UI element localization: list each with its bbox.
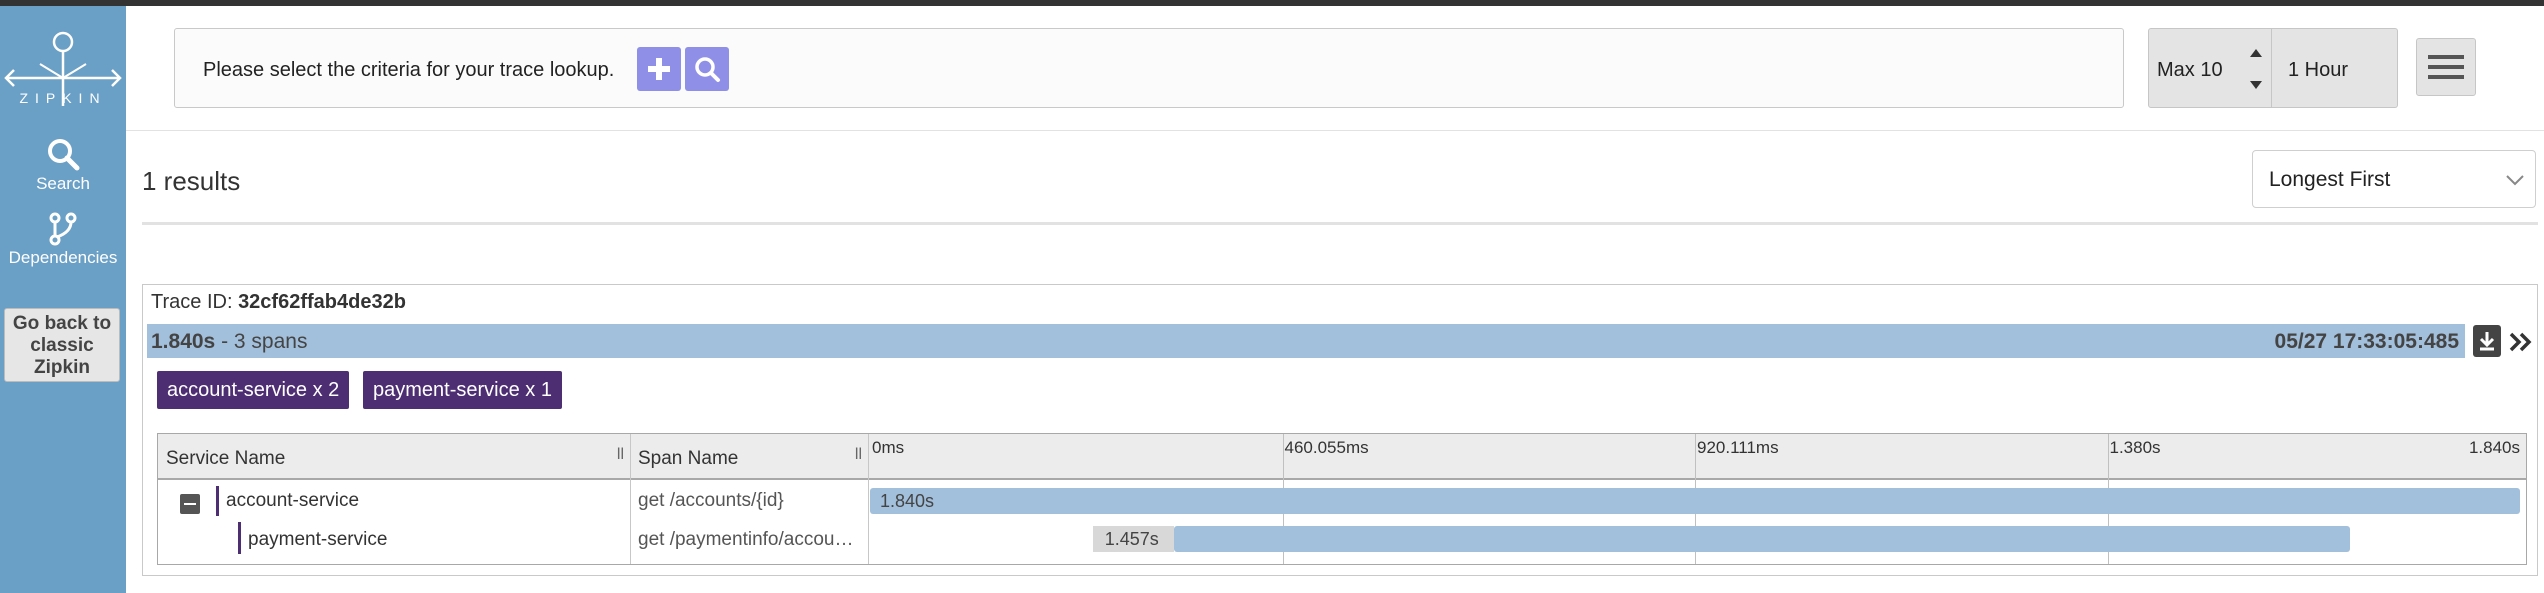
trace-summary: 1.840s - 3 spans (151, 330, 307, 354)
classic-zipkin-button[interactable]: Go back to classic Zipkin (4, 308, 120, 382)
sidebar-item-label: Search (36, 174, 90, 193)
span-duration-bar[interactable] (870, 488, 2520, 514)
span-duration-label: 1.840s (880, 491, 935, 511)
column-header-label: Span Name (638, 448, 739, 469)
expand-trace-icon[interactable] (2507, 327, 2535, 357)
results-count: 1 results (142, 166, 241, 196)
hamburger-icon (2428, 55, 2464, 79)
span-name[interactable]: get /paymentinfo/accoun… (638, 529, 864, 551)
tree-line (238, 522, 241, 554)
search-criteria-box[interactable]: Please select the criteria for your trac… (174, 28, 2124, 108)
sidebar-item-dependencies[interactable]: Dependencies (0, 212, 126, 268)
trace-id-value: 32cf62ffab4de32b (238, 291, 406, 313)
search-prompt: Please select the criteria for your trac… (203, 59, 615, 81)
dependencies-icon (49, 212, 77, 246)
span-service-name[interactable]: payment-service (248, 529, 626, 551)
sort-select[interactable]: Longest First (2252, 150, 2536, 208)
limit-stepper[interactable]: Max 10 (2148, 28, 2272, 108)
sidebar-item-search[interactable]: Search (0, 136, 126, 194)
span-duration-bar[interactable] (1173, 526, 2351, 552)
sort-value: Longest First (2269, 168, 2391, 191)
search-icon (695, 57, 720, 82)
chevron-down-icon (2506, 175, 2524, 186)
timeline-tick-label: 1.380s (2109, 438, 2161, 457)
lookback-select[interactable]: 1 Hour (2272, 28, 2398, 108)
limit-value: Max 10 (2157, 59, 2223, 81)
trace-id: Trace ID: 32cf62ffab4de32b (151, 291, 406, 314)
column-header-label: Service Name (166, 448, 286, 469)
service-badge[interactable]: payment-service x 1 (363, 371, 562, 409)
tree-line (216, 486, 219, 516)
decrement-icon[interactable] (2249, 79, 2263, 91)
trace-timestamp: 05/27 17:33:05:485 (2274, 330, 2459, 353)
add-criteria-button[interactable] (637, 47, 681, 91)
span-timeline-table: Service Name ll Span Name ll 0ms 460.055m… (157, 433, 2527, 565)
timeline-tick-label: 920.111ms (1697, 438, 1779, 457)
service-badge[interactable]: account-service x 2 (157, 371, 350, 409)
download-icon (2479, 332, 2495, 351)
trace-summary-bar[interactable]: 1.840s - 3 spans 05/27 17:33:05:485 (147, 324, 2465, 358)
collapse-icon[interactable] (180, 494, 200, 514)
plus-icon (648, 58, 670, 80)
column-divider (630, 434, 631, 564)
timeline-tick-label: 460.055ms (1284, 438, 1369, 457)
download-json-button[interactable] (2473, 325, 2501, 357)
settings-menu-button[interactable] (2416, 38, 2476, 96)
column-header-span[interactable]: Span Name ll (630, 434, 868, 480)
span-name[interactable]: get /accounts/{id} (638, 490, 864, 512)
span-service-name[interactable]: account-service (226, 490, 626, 512)
timeline-tick-label: 1.840s (2468, 438, 2520, 457)
search-button[interactable] (685, 47, 729, 91)
top-border (0, 0, 2544, 6)
logo-text: ZIPKIN (19, 90, 107, 106)
trace-duration: 1.840s (151, 330, 216, 353)
trace-card: Trace ID: 32cf62ffab4de32b 1.840s - 3 sp… (142, 284, 2538, 576)
results-divider (142, 222, 2538, 225)
lookback-value: 1 Hour (2288, 59, 2349, 81)
header-divider (126, 130, 2544, 131)
search-icon (48, 139, 80, 171)
timeline-tick-label: 0ms (872, 438, 905, 457)
trace-span-count: - 3 spans (221, 330, 308, 353)
increment-icon[interactable] (2249, 47, 2263, 59)
column-divider (868, 434, 869, 564)
column-header-service[interactable]: Service Name ll (158, 434, 630, 480)
column-resize-icon[interactable]: ll (855, 446, 862, 464)
trace-id-label: Trace ID: (151, 291, 233, 313)
sidebar-item-label: Dependencies (8, 248, 118, 267)
sidebar: ZIPKIN Search Dependencies Go back to cl… (0, 6, 126, 593)
span-duration-label: 1.457s (1104, 529, 1159, 549)
column-resize-icon[interactable]: ll (617, 446, 624, 464)
